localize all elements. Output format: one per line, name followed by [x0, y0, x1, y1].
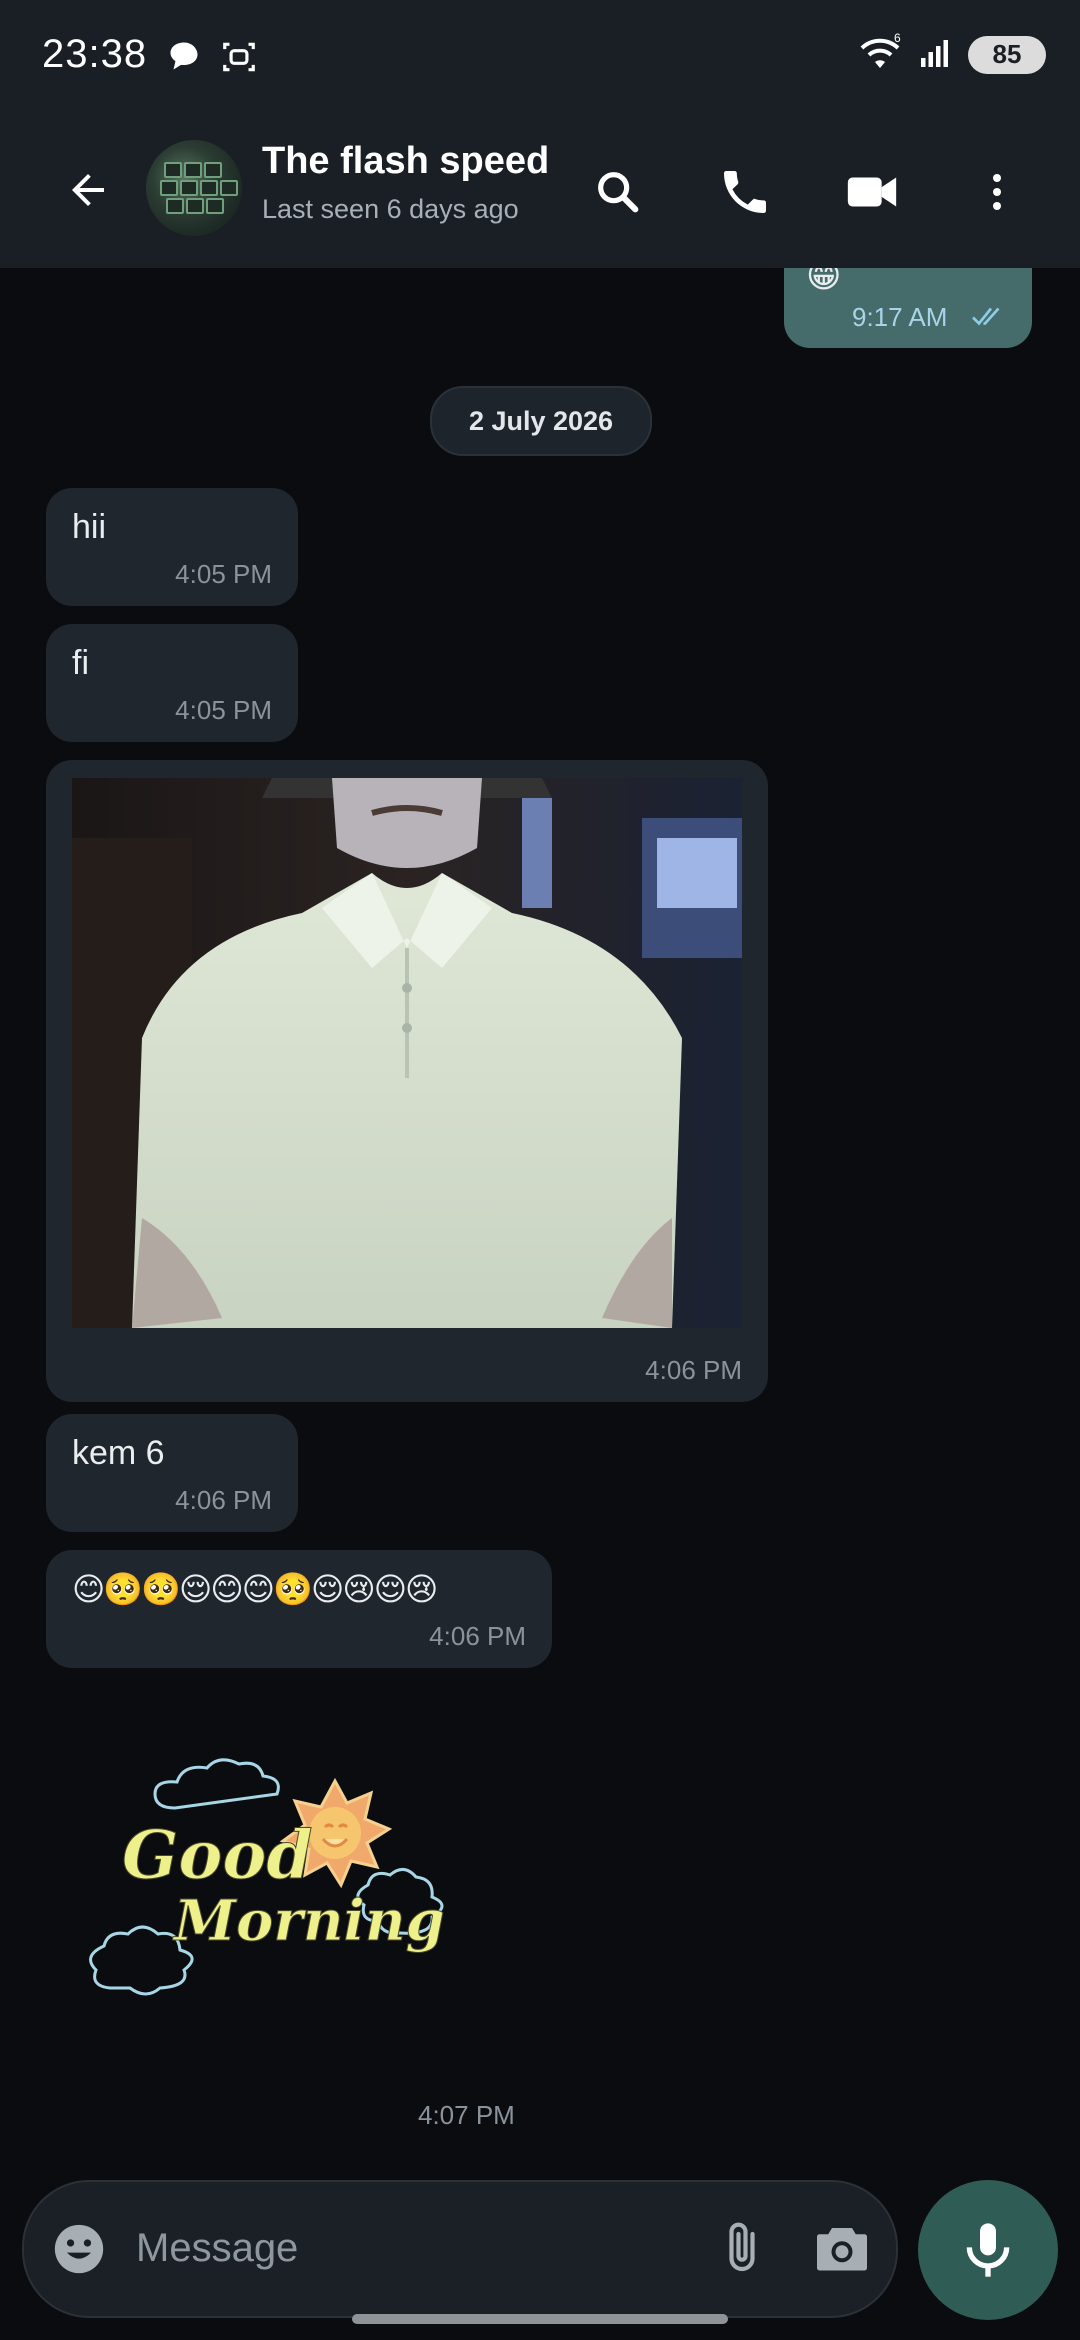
message-time: 4:05 PM	[175, 695, 272, 725]
gif-frame-illustration	[72, 778, 742, 1328]
sticker-text-good: Good	[122, 1816, 314, 1895]
attach-icon	[729, 2222, 755, 2272]
avatar-key-shape	[186, 198, 204, 214]
home-indicator[interactable]	[352, 2314, 728, 2324]
message-time: 4:07 PM	[418, 2100, 515, 2130]
message-time: 4:05 PM	[175, 559, 272, 589]
incoming-emoji-message[interactable]: 😊🥺🥺😌😊😊🥺😌😢😌😢 4:06 PM	[46, 1550, 552, 1668]
mic-icon	[966, 2223, 1010, 2277]
sticker-text-morning: Morning	[174, 1888, 446, 1955]
more-vert-icon	[993, 174, 1001, 210]
incoming-message[interactable]: kem 6 4:06 PM	[46, 1414, 298, 1532]
chat-area[interactable]: 😁 9:17 AM 2 July 2026 hii 4:05 PM fi 4:0…	[0, 268, 1080, 2178]
emoji-partial: 😁	[806, 268, 842, 295]
avatar-key-shape	[166, 198, 184, 214]
avatar-key-shape	[160, 180, 178, 196]
date-separator: 2 July 2026	[430, 386, 652, 456]
double-check-icon	[972, 307, 1000, 326]
message-time: 4:06 PM	[175, 1485, 272, 1515]
avatar-key-shape	[200, 180, 218, 196]
video-icon	[847, 177, 897, 207]
message-text: hii	[72, 508, 107, 546]
message-text: kem 6	[72, 1434, 165, 1472]
outgoing-message[interactable]: 😁 9:17 AM	[784, 268, 1032, 348]
message-composer[interactable]: Message	[22, 2180, 898, 2318]
contact-name[interactable]: The flash speed	[262, 140, 549, 183]
emoji-icon	[54, 2224, 104, 2274]
incoming-image-message[interactable]: 4:06 PM	[46, 760, 768, 1402]
incoming-message[interactable]: fi 4:05 PM	[46, 624, 298, 742]
gif-image[interactable]	[72, 778, 742, 1328]
voice-call-button[interactable]	[705, 152, 785, 232]
video-call-button[interactable]	[832, 152, 912, 232]
incoming-message[interactable]: hii 4:05 PM	[46, 488, 298, 606]
chat-bubble-icon	[166, 38, 202, 81]
back-button[interactable]	[52, 154, 124, 226]
avatar-key-shape	[204, 162, 222, 178]
attach-button[interactable]	[714, 2220, 770, 2281]
status-icons-right: 6 85	[856, 31, 1046, 77]
emoji-text: 😊🥺🥺😌😊😊🥺😌😢😌😢	[72, 1571, 438, 1607]
message-text: fi	[72, 644, 89, 682]
camera-button[interactable]	[812, 2220, 872, 2281]
avatar-key-shape	[180, 180, 198, 196]
avatar[interactable]	[146, 140, 242, 236]
svg-text:6: 6	[894, 32, 901, 45]
status-icons-left	[166, 38, 258, 81]
avatar-key-shape	[206, 198, 224, 214]
good-morning-sticker[interactable]: Good Morning	[70, 1738, 500, 2018]
message-time: 4:06 PM	[429, 1621, 526, 1651]
signal-icon	[918, 34, 954, 75]
screenshot-icon	[220, 38, 258, 81]
more-options-button[interactable]	[957, 152, 1037, 232]
avatar-key-shape	[184, 162, 202, 178]
message-input[interactable]: Message	[136, 2226, 298, 2271]
search-icon	[598, 172, 639, 213]
battery-icon: 85	[968, 35, 1046, 74]
back-arrow-icon	[72, 174, 104, 206]
voice-message-button[interactable]	[918, 2180, 1058, 2320]
avatar-key-shape	[164, 162, 182, 178]
message-time: 4:06 PM	[645, 1355, 742, 1385]
status-bar: 23:38 6 85	[0, 0, 1080, 112]
battery-level: 85	[992, 39, 1022, 69]
message-time: 9:17 AM	[852, 302, 948, 332]
avatar-key-shape	[220, 180, 238, 196]
contact-last-seen: Last seen 6 days ago	[262, 194, 519, 224]
wifi-icon: 6	[856, 31, 904, 77]
status-time: 23:38	[42, 32, 148, 76]
emoji-button[interactable]	[50, 2220, 108, 2283]
chat-header: The flash speed Last seen 6 days ago	[0, 112, 1080, 268]
search-button[interactable]	[578, 152, 658, 232]
camera-icon	[817, 2228, 867, 2271]
phone-icon	[724, 171, 766, 213]
